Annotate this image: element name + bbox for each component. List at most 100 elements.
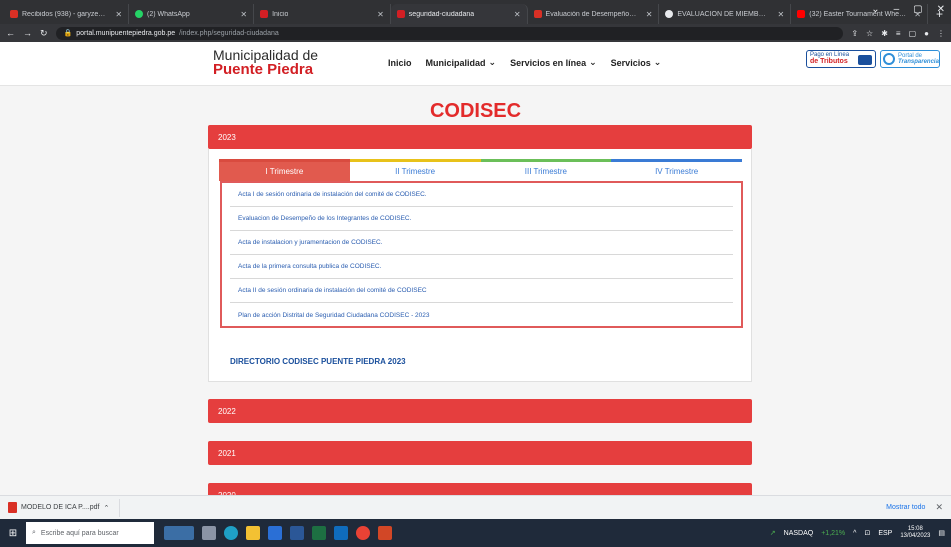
download-bar: MODELO DE ICA P....pdf ⌃ Mostrar todo ✕ [0, 495, 951, 519]
language-indicator[interactable]: ESP [878, 530, 892, 537]
browser-tab[interactable]: EVALUACION DE MIEMBROS T... ✕ [659, 4, 792, 24]
document-link[interactable]: Plan de acción Distrital de Seguridad Ci… [230, 303, 733, 327]
close-tab-icon[interactable]: ✕ [111, 10, 122, 19]
outlook-icon[interactable] [334, 526, 348, 540]
show-all-downloads-button[interactable]: Mostrar todo [886, 504, 925, 511]
notification-icon[interactable]: ▤ [938, 529, 945, 537]
browser-tab[interactable]: (2) WhatsApp ✕ [129, 4, 255, 24]
gmail-icon [10, 10, 18, 18]
minimize-icon[interactable]: – [894, 4, 900, 15]
profile-icon[interactable]: ● [924, 29, 929, 38]
clock-date: 13/04/2023 [900, 533, 931, 539]
address-bar[interactable]: 🔒 portal.munipuentepiedra.gob.pe/index.p… [55, 26, 844, 40]
year-accordion-2020[interactable]: 2020 [208, 483, 752, 495]
browser-tab-title: seguridad-ciudadana [408, 10, 475, 18]
document-link[interactable]: Acta de instalacion y juramentacion de C… [230, 231, 733, 255]
chevron-up-icon[interactable]: ^ [853, 530, 856, 537]
document-link[interactable]: Acta de la primera consulta publica de C… [230, 255, 733, 279]
browser-tab-title: Recibidos (938) - garyzegarrau... [22, 10, 107, 18]
tab-iii-trimestre[interactable]: III Trimestre [480, 159, 612, 181]
pdf-file-icon [8, 502, 17, 513]
tab-ii-trimestre[interactable]: II Trimestre [349, 159, 481, 181]
nav-label: Inicio [388, 57, 412, 68]
excel-icon[interactable] [312, 526, 326, 540]
logo-line-2: Puente Piedra [213, 61, 314, 78]
powerpoint-icon[interactable] [378, 526, 392, 540]
news-widget-icon[interactable] [164, 526, 194, 540]
close-tab-icon[interactable]: ✕ [510, 10, 521, 19]
document-link[interactable]: Evaluacion de Desempeño de los Integrant… [230, 207, 733, 231]
close-tab-icon[interactable]: ✕ [642, 10, 653, 19]
browser-tab-active[interactable]: seguridad-ciudadana ✕ [390, 4, 528, 24]
chrome-favicon [665, 10, 674, 18]
forward-arrow-icon[interactable]: → [23, 28, 32, 38]
year-accordion-2023[interactable]: 2023 [208, 125, 752, 149]
close-tab-icon[interactable]: ✕ [774, 10, 785, 19]
year-accordion-2022[interactable]: 2022 [208, 399, 752, 423]
close-download-bar-icon[interactable]: ✕ [935, 502, 943, 513]
pay-badge-line-2: de Tributos [810, 58, 848, 66]
year-accordion-2021[interactable]: 2021 [208, 441, 752, 465]
main-navigation: Inicio Municipalidad ⌄ Servicios en línea… [388, 57, 661, 68]
sidebar-icon[interactable]: ▢ [909, 29, 917, 38]
url-path: /index.php/seguridad-ciudadana [179, 29, 279, 37]
windows-start-icon[interactable]: ⊞ [0, 519, 26, 547]
browser-tab[interactable]: Inicio ✕ [254, 4, 391, 24]
transparency-logo-icon [883, 53, 895, 65]
year-panel-2023: I Trimestre II Trimestre III Trimestre I… [208, 149, 752, 382]
share-icon[interactable]: ⇪ [851, 29, 858, 38]
edge-icon[interactable] [224, 526, 238, 540]
close-tab-icon[interactable]: ✕ [236, 10, 247, 19]
chevron-up-icon[interactable]: ⌃ [103, 504, 109, 512]
bookmark-star-icon[interactable]: ☆ [866, 29, 873, 38]
nasdaq-label: NASDAQ [783, 529, 814, 537]
document-link[interactable]: Acta II de sesión ordinaria de instalaci… [230, 279, 733, 303]
reload-icon[interactable]: ↻ [40, 28, 48, 39]
directory-codisec-link[interactable]: DIRECTORIO CODISEC PUENTE PIEDRA 2023 [230, 357, 406, 366]
tab-i-trimestre[interactable]: I Trimestre [219, 159, 350, 181]
word-icon[interactable] [290, 526, 304, 540]
reading-list-icon[interactable]: ≡ [896, 29, 901, 38]
municipality-logo[interactable]: Municipalidad de Puente Piedra [213, 48, 318, 77]
download-item[interactable]: MODELO DE ICA P....pdf ⌃ [8, 498, 121, 517]
nav-item-servicios-en-linea[interactable]: Servicios en línea ⌄ [510, 57, 597, 68]
close-icon[interactable]: ✕ [937, 4, 945, 15]
nav-label: Municipalidad [425, 57, 486, 68]
page-title: CODISEC [429, 100, 522, 122]
logo-line-1: Municipalidad de [213, 47, 319, 63]
stock-chart-icon: ↗ [769, 530, 776, 537]
municipality-favicon [260, 10, 269, 18]
browser-tab[interactable]: Evaluación de Desempeño CO... ✕ [528, 4, 660, 24]
taskbar-search-box[interactable]: ⌕ Escribe aquí para buscar [26, 522, 154, 544]
credit-card-icon [858, 55, 872, 65]
browser-tab-title: EVALUACION DE MIEMBROS T... [677, 10, 770, 18]
close-tab-icon[interactable]: ✕ [373, 10, 384, 19]
extensions-icon[interactable]: ✱ [881, 29, 888, 38]
document-link[interactable]: Acta I de sesión ordinaria de instalació… [230, 183, 733, 207]
tab-search-icon[interactable]: ⌄ [871, 4, 879, 15]
system-clock[interactable]: 15:08 13/04/2023 [900, 526, 930, 540]
window-controls: ⌄ – ▢ ✕ [871, 4, 945, 15]
chrome-icon[interactable] [356, 526, 370, 540]
store-icon[interactable] [268, 526, 282, 540]
nav-label: Servicios en línea [510, 57, 587, 68]
nav-item-servicios[interactable]: Servicios ⌄ [611, 57, 662, 68]
task-view-icon[interactable] [202, 526, 216, 540]
nav-item-inicio[interactable]: Inicio [388, 57, 412, 68]
tab-iv-trimestre[interactable]: IV Trimestre [611, 159, 742, 181]
back-arrow-icon[interactable]: ← [6, 28, 15, 38]
maximize-icon[interactable]: ▢ [913, 4, 922, 15]
menu-kebab-icon[interactable]: ⋮ [937, 29, 945, 38]
network-icon[interactable]: ⊡ [864, 529, 870, 537]
transparency-line-2: Transparencia [898, 59, 939, 65]
search-icon: ⌕ [32, 529, 36, 536]
browser-toolbar: ← → ↻ 🔒 portal.munipuentepiedra.gob.pe/i… [0, 24, 951, 42]
nav-item-municipalidad[interactable]: Municipalidad ⌄ [426, 57, 497, 68]
taskbar-search-placeholder: Escribe aquí para buscar [40, 529, 119, 537]
lock-icon: 🔒 [63, 30, 73, 37]
system-tray: ↗ NASDAQ +1,21% ^ ⊡ ESP 15:08 13/04/2023… [770, 526, 951, 540]
file-explorer-icon[interactable] [246, 526, 260, 540]
transparency-portal-banner[interactable]: Portal de Transparencia [880, 50, 940, 68]
online-tax-payment-banner[interactable]: Pago en Línea de Tributos [806, 50, 876, 68]
browser-tab[interactable]: Recibidos (938) - garyzegarrau... ✕ [4, 4, 130, 24]
